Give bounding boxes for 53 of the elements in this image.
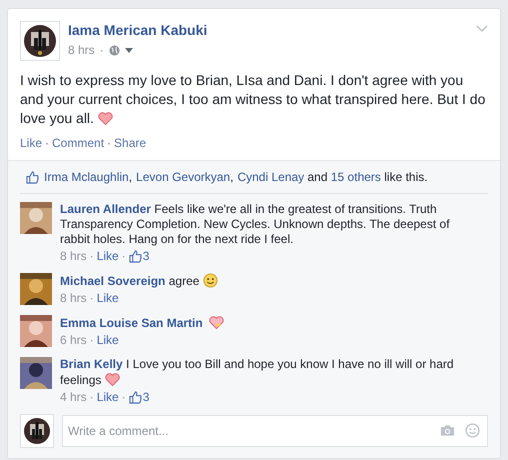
globe-icon[interactable]: [108, 44, 120, 56]
liker-link[interactable]: Cyndi Lenay: [237, 170, 304, 184]
smiley-icon[interactable]: [465, 423, 480, 438]
separator-dot: ·: [90, 291, 94, 305]
like-link[interactable]: Like: [96, 333, 119, 347]
comment-field[interactable]: Write a comment...: [62, 415, 488, 447]
comment-time: 4 hrs: [60, 390, 87, 404]
separator-dot: ·: [122, 390, 126, 404]
commenter-link[interactable]: Michael Sovereign: [60, 274, 166, 288]
separator-dot: ·: [107, 136, 112, 150]
liker-link[interactable]: Irma Mclaughlin: [44, 170, 129, 184]
separator-dot: ·: [90, 333, 94, 347]
comment-time: 8 hrs: [60, 291, 87, 305]
action-link[interactable]: Like: [20, 136, 42, 150]
separator-dot: ·: [122, 249, 126, 263]
comment-time: 8 hrs: [60, 249, 87, 263]
comment-time: 6 hrs: [60, 333, 87, 347]
separator-dot: ·: [90, 249, 94, 263]
liker-link[interactable]: Levon Gevorkyan: [136, 170, 230, 184]
comma: ,: [128, 170, 132, 184]
separator-dot: ·: [100, 43, 104, 57]
like-count: 3: [142, 249, 150, 263]
commenter-link[interactable]: Lauren Allender: [60, 202, 151, 216]
separator-dot: ·: [90, 390, 94, 404]
comma: ,: [230, 170, 234, 184]
heart-icon: [98, 111, 113, 126]
like-link[interactable]: Like: [96, 249, 119, 263]
comment-text: Lauren Allender Feels like we're all in the greatest of transitions. Truth Transparency Completion. New Cycles. Unknown depths. The deepest of rabbit holes. Hang on for the next ride I feel.: [60, 202, 451, 247]
camera-icon[interactable]: [440, 423, 455, 438]
like-link[interactable]: Like: [96, 291, 119, 305]
chevron-icon[interactable]: [476, 25, 488, 33]
commenter-link[interactable]: Emma Louise San Martin: [60, 316, 203, 330]
like-link[interactable]: Like: [96, 390, 119, 404]
comment-text: Brian Kelly I Love you too Bill and hope you know I have no ill will or hard feelings: [60, 357, 455, 388]
author-link[interactable]: Iama Merican Kabuki: [68, 22, 208, 38]
heart-icon: [104, 372, 120, 387]
thumbs-up-icon: [128, 390, 142, 404]
post-time: 8 hrs: [68, 43, 95, 57]
thumbs-up-icon: [26, 170, 39, 184]
action-link[interactable]: Share: [114, 136, 146, 150]
action-link[interactable]: Comment: [52, 136, 104, 150]
likes-joiner: and: [306, 170, 329, 184]
post-text: I wish to express my love to Brian, LIsa and Dani. I don't agree with you and your current choices, I too am witness to what transpired here. But I do love you all.: [20, 71, 486, 128]
separator-dot: ·: [45, 136, 50, 150]
comment-text: Michael Sovereign agree: [60, 273, 462, 289]
like-count: 3: [142, 390, 150, 404]
commenter-link[interactable]: Brian Kelly: [60, 357, 123, 371]
likes-suffix: like this.: [383, 170, 428, 184]
smiley-icon: [202, 273, 218, 288]
sparkling-heart-icon: [209, 315, 224, 330]
thumbs-up-icon: [128, 250, 142, 262]
caret-icon[interactable]: [124, 48, 133, 52]
others-link[interactable]: 15 others: [330, 170, 381, 184]
